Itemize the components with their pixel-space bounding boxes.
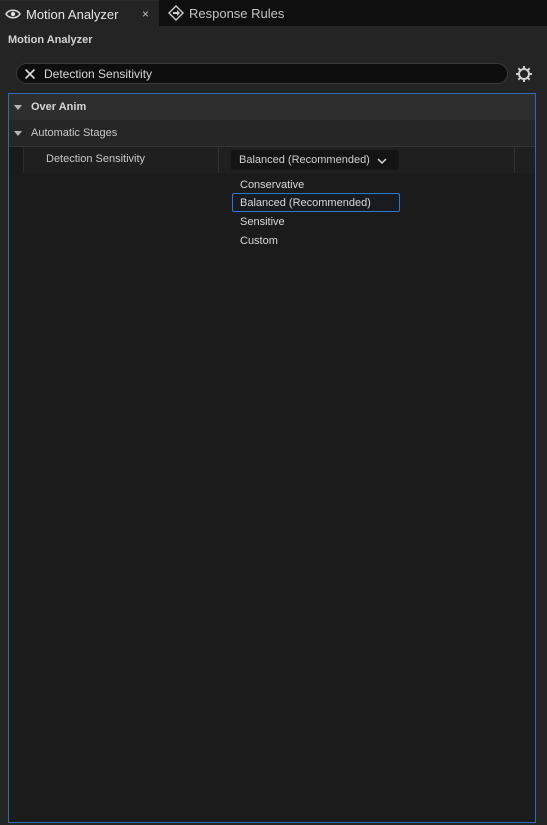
close-icon[interactable] xyxy=(23,67,37,81)
property-name: Detection Sensitivity xyxy=(46,153,146,165)
column-splitter xyxy=(514,147,515,173)
tab-motion-analyzer[interactable]: Motion Analyzer × xyxy=(0,0,159,27)
category-over-anim[interactable]: Over Anim xyxy=(9,94,535,121)
property-row: Detection Sensitivity Balanced (Recommen… xyxy=(9,147,535,173)
tab-label: Response Rules xyxy=(189,5,285,21)
option-conservative[interactable]: Conservative xyxy=(232,175,400,194)
expand-arrow-icon[interactable] xyxy=(14,104,22,110)
option-balanced[interactable]: Balanced (Recommended) xyxy=(232,193,400,212)
category-label: Over Anim xyxy=(31,101,87,113)
category-automatic-stages[interactable]: Automatic Stages xyxy=(9,120,535,147)
tab-bar: Motion Analyzer × Response Rules xyxy=(0,0,547,27)
search-value: Detection Sensitivity xyxy=(44,67,153,81)
close-icon[interactable]: × xyxy=(142,6,149,22)
details-panel: Motion Analyzer Detection Sensitivity Ov… xyxy=(0,26,547,825)
details-view: Over Anim Automatic Stages Detection Sen… xyxy=(8,93,536,823)
option-sensitive[interactable]: Sensitive xyxy=(232,212,400,231)
category-label: Automatic Stages xyxy=(31,127,118,139)
combo-value: Balanced (Recommended) xyxy=(239,154,370,166)
row-indent xyxy=(9,147,24,173)
column-splitter[interactable] xyxy=(218,147,219,173)
gear-icon[interactable] xyxy=(515,65,533,83)
diamond-arrow-icon xyxy=(168,5,184,21)
chevron-down-icon xyxy=(377,156,387,165)
tab-response-rules[interactable]: Response Rules xyxy=(163,0,313,26)
option-custom[interactable]: Custom xyxy=(232,231,400,250)
sensitivity-combo-box[interactable]: Balanced (Recommended) xyxy=(231,150,399,170)
search-input[interactable]: Detection Sensitivity xyxy=(16,63,508,84)
expand-arrow-icon[interactable] xyxy=(14,130,22,136)
panel-title: Motion Analyzer xyxy=(8,34,93,46)
tab-label: Motion Analyzer xyxy=(26,6,119,22)
eye-icon xyxy=(5,6,21,22)
dropdown-menu: Conservative Balanced (Recommended) Sens… xyxy=(232,173,402,250)
